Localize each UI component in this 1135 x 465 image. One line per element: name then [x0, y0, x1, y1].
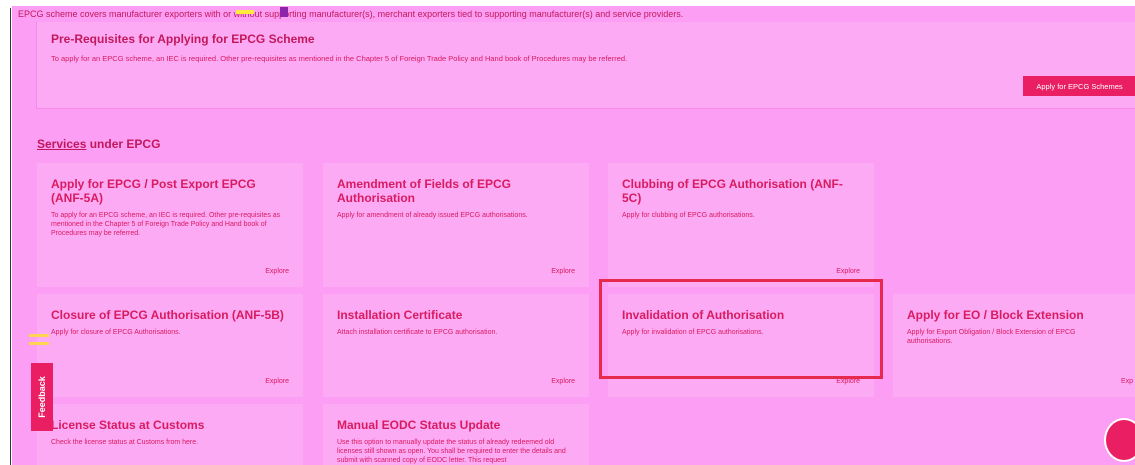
services-heading: Services under EPCG	[37, 137, 160, 151]
card-apply-epcg[interactable]: Apply for EPCG / Post Export EPCG (ANF-5…	[37, 163, 303, 287]
card-description: To apply for an EPCG scheme, an IEC is r…	[51, 212, 281, 237]
card-title: Amendment of Fields of EPCG Authorisatio…	[337, 177, 512, 205]
left-border	[10, 8, 11, 465]
card-manual-eodc[interactable]: Manual EODC Status Update Use this optio…	[323, 404, 589, 465]
explore-link[interactable]: Explore	[836, 378, 860, 385]
explore-link[interactable]: Explore	[265, 378, 289, 385]
card-closure[interactable]: Closure of EPCG Authorisation (ANF-5B) A…	[37, 294, 303, 397]
card-title: Installation Certificate	[337, 308, 463, 322]
feedback-label: Feedback	[37, 376, 47, 418]
card-description: Use this option to manually update the s…	[337, 439, 566, 464]
explore-link[interactable]: Explore	[265, 268, 289, 275]
card-eo-block-extension[interactable]: Apply for EO / Block Extension Apply for…	[893, 294, 1135, 397]
card-title: License Status at Customs	[51, 418, 205, 432]
card-title: Clubbing of EPCG Authorisation (ANF-5C)	[622, 177, 843, 205]
image-artifact	[236, 10, 254, 14]
card-amendment[interactable]: Amendment of Fields of EPCG Authorisatio…	[323, 163, 589, 287]
card-title: Apply for EPCG / Post Export EPCG (ANF-5…	[51, 177, 256, 205]
card-description: Check the license status at Customs from…	[51, 439, 199, 446]
card-description: Apply for closure of EPCG Authorisations…	[51, 329, 181, 336]
services-heading-part1: Services	[37, 137, 87, 151]
scheme-description: EPCG scheme covers manufacturer exporter…	[18, 9, 684, 19]
prerequisites-panel: Pre-Requisites for Applying for EPCG Sch…	[36, 22, 1135, 109]
explore-link[interactable]: Explore	[551, 378, 575, 385]
apply-epcg-schemes-button[interactable]: Apply for EPCG Schemes	[1023, 76, 1135, 96]
card-license-status[interactable]: License Status at Customs Check the lice…	[37, 404, 303, 465]
services-heading-part2: under EPCG	[86, 137, 161, 151]
explore-link[interactable]: Exp	[1121, 378, 1133, 385]
card-description: Apply for amendment of already issued EP…	[337, 212, 528, 219]
card-title: Manual EODC Status Update	[337, 418, 501, 432]
card-description: Apply for clubbing of EPCG authorisation…	[622, 212, 755, 219]
card-clubbing[interactable]: Clubbing of EPCG Authorisation (ANF-5C) …	[608, 163, 874, 287]
card-title: Apply for EO / Block Extension	[907, 308, 1084, 322]
prerequisites-title: Pre-Requisites for Applying for EPCG Sch…	[51, 32, 315, 46]
card-description: Attach installation certificate to EPCG …	[337, 329, 498, 336]
card-installation-certificate[interactable]: Installation Certificate Attach installa…	[323, 294, 589, 397]
explore-link[interactable]: Explore	[551, 268, 575, 275]
card-title: Closure of EPCG Authorisation (ANF-5B)	[51, 308, 284, 322]
image-artifact	[29, 342, 49, 345]
prerequisites-text: To apply for an EPCG scheme, an IEC is r…	[51, 54, 628, 63]
image-artifact	[29, 334, 49, 337]
image-artifact	[280, 7, 288, 17]
explore-link[interactable]: Explore	[836, 268, 860, 275]
card-description: Apply for Export Obligation / Block Exte…	[907, 329, 1076, 345]
highlight-box	[599, 279, 883, 379]
feedback-tab[interactable]: Feedback	[31, 363, 53, 431]
